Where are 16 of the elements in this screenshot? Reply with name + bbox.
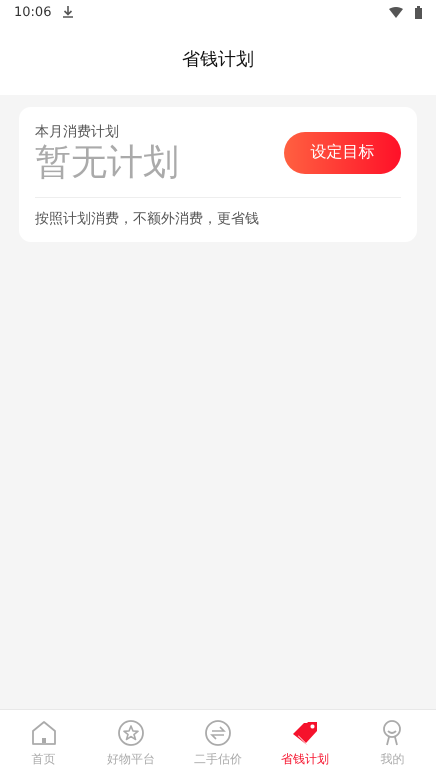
plan-value: 暂无计划 (35, 143, 180, 183)
tab-item[interactable]: 首页 (0, 710, 88, 776)
set-goal-button[interactable]: 设定目标 (284, 132, 401, 174)
tab-item[interactable]: 省钱计划 (262, 710, 349, 776)
battery-icon (415, 6, 422, 18)
plan-label: 本月消费计划 (35, 123, 120, 141)
home-icon (30, 718, 58, 746)
exchange-icon (204, 718, 232, 746)
tab-item[interactable]: 二手估价 (174, 710, 262, 776)
status-time: 10:06 (14, 4, 52, 20)
tab-item[interactable]: 好物平台 (87, 710, 174, 776)
wifi-icon (389, 6, 403, 18)
plan-note: 按照计划消费，不额外消费，更省钱 (35, 210, 260, 228)
page-title: 省钱计划 (182, 48, 254, 70)
tab-item[interactable]: 我的 (348, 710, 436, 776)
download-icon (63, 6, 74, 18)
